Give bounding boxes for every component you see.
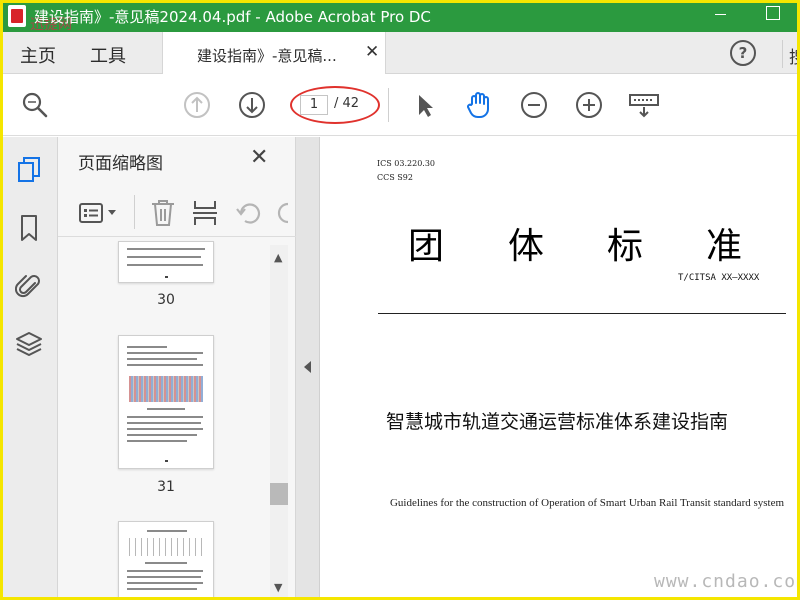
thumb-text-line bbox=[127, 582, 203, 584]
thumb-text-line bbox=[127, 588, 197, 590]
rotate-clockwise-icon[interactable] bbox=[276, 199, 290, 231]
page-thumbnails-panel: 页面缩略图 ✕ 30 31 ▲ ▼ bbox=[58, 137, 296, 600]
divider bbox=[782, 40, 783, 68]
thumb-page-marker bbox=[165, 276, 168, 278]
chinese-title: 智慧城市轨道交通运营标准体系建设指南 bbox=[386, 411, 729, 433]
left-navigation-pane bbox=[0, 137, 58, 600]
scroll-down-icon[interactable]: ▼ bbox=[274, 581, 282, 594]
horizontal-rule bbox=[378, 313, 786, 314]
thumb-text-line bbox=[145, 562, 187, 564]
english-title: Guidelines for the construction of Opera… bbox=[389, 497, 785, 509]
ccs-code: CCS S92 bbox=[377, 173, 413, 182]
panel-tool-divider bbox=[134, 195, 135, 229]
page-down-icon[interactable] bbox=[237, 90, 267, 120]
thumbnail-number: 31 bbox=[157, 479, 175, 495]
title-char: 准 bbox=[706, 226, 743, 267]
thumb-text-line bbox=[147, 530, 187, 532]
help-icon[interactable]: ? bbox=[730, 40, 756, 66]
minimize-button[interactable] bbox=[712, 4, 730, 24]
select-cursor-icon[interactable] bbox=[410, 90, 440, 120]
tab-document[interactable]: 建设指南》-意见稿... ✕ bbox=[162, 32, 386, 75]
highlight-annotation bbox=[290, 86, 380, 124]
options-menu-icon[interactable] bbox=[78, 201, 124, 229]
thumb-text-line bbox=[127, 570, 203, 572]
panel-toolbar bbox=[58, 189, 296, 237]
scroll-up-icon[interactable]: ▲ bbox=[274, 251, 282, 264]
title-bar: 迅捷网 建设指南》-意见稿2024.04.pdf - Adobe Acrobat… bbox=[0, 0, 800, 33]
page-up-icon[interactable] bbox=[182, 90, 212, 120]
thumb-text-line bbox=[127, 358, 197, 360]
thumb-text-line bbox=[127, 422, 201, 424]
tab-home[interactable]: 主页 bbox=[20, 42, 56, 68]
bookmark-icon[interactable] bbox=[15, 213, 43, 243]
zoom-out-icon[interactable] bbox=[519, 90, 549, 120]
tab-tools[interactable]: 工具 bbox=[90, 42, 126, 68]
close-panel-icon[interactable]: ✕ bbox=[250, 145, 268, 170]
toolbar-divider bbox=[388, 88, 389, 122]
rotate-page-icon[interactable] bbox=[234, 199, 264, 231]
title-char: 标 bbox=[607, 226, 644, 267]
insert-page-icon[interactable] bbox=[192, 199, 218, 231]
panel-collapse-handle[interactable] bbox=[296, 137, 320, 600]
thumb-text-line bbox=[127, 352, 203, 354]
thumb-text-line bbox=[127, 434, 197, 436]
hand-tool-icon[interactable] bbox=[464, 90, 494, 120]
thumb-page-marker bbox=[165, 460, 168, 462]
thumb-diagram bbox=[129, 376, 203, 402]
thumb-text-line bbox=[127, 264, 203, 266]
thumb-text-line bbox=[127, 440, 187, 442]
thumb-text-line bbox=[127, 364, 203, 366]
document-tab-label: 建设指南》-意见稿... bbox=[197, 47, 337, 65]
thumb-text-line bbox=[127, 576, 201, 578]
thumbnail-page-32[interactable] bbox=[118, 521, 214, 600]
acrobat-app-icon bbox=[8, 5, 26, 27]
keyboard-icon[interactable] bbox=[628, 90, 659, 120]
document-view[interactable]: ICS 03.220.30 CCS S92 团 体 标 准 T/CITSA XX… bbox=[320, 137, 800, 600]
thumbnail-number: 30 bbox=[157, 292, 175, 308]
thumb-text-line bbox=[127, 346, 167, 348]
document-number: T/CITSA XX—XXXX bbox=[678, 273, 760, 283]
close-tab-icon[interactable]: ✕ bbox=[365, 42, 379, 62]
maximize-button[interactable] bbox=[766, 6, 780, 20]
thumbnail-page-30[interactable] bbox=[118, 241, 214, 283]
site-watermark: www.cndao.com bbox=[654, 571, 800, 592]
thumb-text-line bbox=[127, 428, 203, 430]
zoom-in-icon[interactable] bbox=[574, 90, 604, 120]
thumbnail-scrollbar[interactable]: ▲ ▼ bbox=[270, 245, 288, 600]
tab-bar: 主页 工具 建设指南》-意见稿... ✕ ? 搜 bbox=[0, 32, 800, 75]
ics-code: ICS 03.220.30 bbox=[377, 159, 436, 168]
window-title: 建设指南》-意见稿2024.04.pdf - Adobe Acrobat Pro… bbox=[34, 8, 431, 26]
page-thumbnails-icon[interactable] bbox=[15, 155, 43, 185]
main-toolbar: 1 / 42 bbox=[0, 74, 800, 136]
thumb-text-line bbox=[147, 408, 185, 410]
thumb-text-line bbox=[127, 256, 201, 258]
panel-title: 页面缩略图 bbox=[78, 154, 163, 174]
title-char: 团 bbox=[408, 226, 445, 267]
layers-icon[interactable] bbox=[15, 329, 43, 359]
thumb-table bbox=[129, 538, 203, 556]
collapse-arrow-icon bbox=[304, 361, 311, 373]
thumbnail-page-31[interactable] bbox=[118, 335, 214, 469]
thumb-text-line bbox=[127, 416, 203, 418]
search-menu-label[interactable]: 搜 bbox=[789, 43, 800, 68]
search-icon[interactable] bbox=[20, 90, 50, 120]
thumb-text-line bbox=[127, 248, 205, 250]
delete-page-icon[interactable] bbox=[150, 199, 176, 231]
attachment-icon[interactable] bbox=[14, 271, 43, 301]
title-char: 体 bbox=[508, 226, 545, 267]
scrollbar-thumb[interactable] bbox=[270, 483, 288, 505]
